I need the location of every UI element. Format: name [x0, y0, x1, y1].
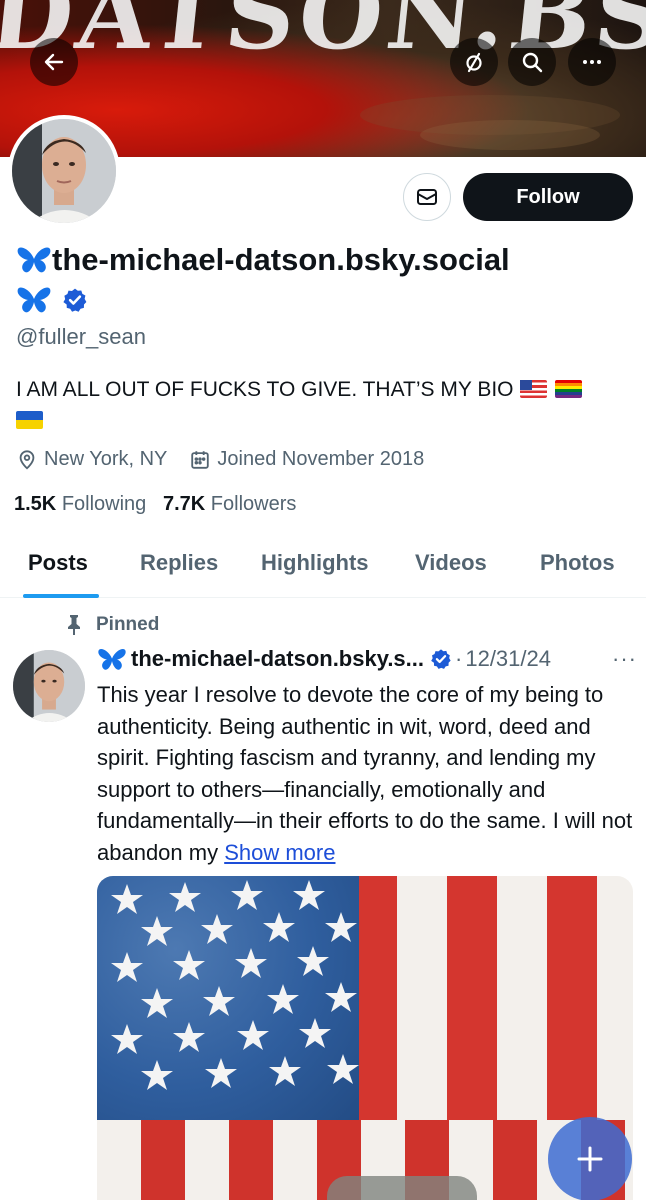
flag-canton [97, 876, 359, 1120]
following-count: 1.5K [14, 493, 57, 515]
profile-meta: New York, NY Joined November 2018 [16, 448, 424, 471]
pin-icon [68, 615, 80, 635]
following-link[interactable]: 1.5K Following [14, 493, 146, 515]
plus-icon [577, 1146, 603, 1172]
post-author-name[interactable]: the-michael-datson.bsky.s... [131, 646, 424, 672]
us-flag-icon [519, 380, 547, 398]
name-badges [16, 282, 88, 318]
pinned-indicator: Pinned [64, 614, 159, 636]
search-button[interactable] [508, 38, 556, 86]
more-horizontal-icon [583, 60, 601, 64]
display-name-text: the-michael-datson.bsky.social [52, 242, 510, 277]
bio-text: I AM ALL OUT OF FUCKS TO GIVE. THAT’S MY… [16, 378, 514, 401]
active-tab-indicator [23, 594, 99, 598]
show-more-link[interactable]: Show more [224, 840, 335, 865]
ukraine-flag-icon [16, 411, 43, 429]
profile-tabs: Posts Replies Highlights Videos Photos [0, 540, 646, 598]
post-author-avatar[interactable] [13, 650, 85, 722]
followers-label: Followers [210, 493, 297, 515]
pinned-label: Pinned [96, 614, 160, 635]
following-label: Following [61, 493, 147, 515]
search-icon [522, 52, 543, 73]
post-body: This year I resolve to devote the core o… [97, 679, 637, 868]
joined-text: Joined November 2018 [217, 448, 425, 470]
profile-avatar[interactable] [8, 115, 120, 227]
envelope-icon [417, 189, 437, 205]
post-header: the-michael-datson.bsky.s... · 12/31/24 … [97, 646, 637, 672]
compose-button[interactable] [548, 1117, 632, 1200]
butterfly-icon [17, 287, 51, 313]
more-options-button[interactable] [568, 38, 616, 86]
butterfly-icon [98, 648, 126, 670]
profile-display-name: the-michael-datson.bsky.social [16, 238, 636, 287]
follow-button[interactable]: Follow [463, 173, 633, 221]
post-date[interactable]: 12/31/24 [465, 646, 551, 672]
location-pin-icon [19, 449, 35, 469]
butterfly-icon [16, 243, 52, 287]
rainbow-flag-icon [554, 380, 582, 398]
calendar-icon [191, 450, 210, 469]
tab-photos[interactable]: Photos [540, 550, 615, 576]
follow-counts: 1.5K Following 7.7K Followers [14, 493, 296, 516]
profile-bio: I AM ALL OUT OF FUCKS TO GIVE. THAT’S MY… [16, 374, 636, 436]
mute-button[interactable] [450, 38, 498, 86]
circle-slash-icon [466, 52, 482, 73]
arrow-left-icon [44, 53, 64, 71]
verified-badge-icon[interactable] [62, 287, 88, 313]
post-text: This year I resolve to devote the core o… [97, 682, 633, 865]
followers-link[interactable]: 7.7K Followers [163, 493, 296, 515]
verified-badge-icon [431, 649, 451, 669]
post-more-button[interactable]: ··· [612, 646, 637, 672]
profile-handle: @fuller_sean [16, 324, 146, 349]
post-separator: · [455, 646, 463, 671]
tab-replies[interactable]: Replies [140, 550, 218, 576]
message-button[interactable] [403, 173, 451, 221]
followers-count: 7.7K [162, 493, 206, 515]
tab-highlights[interactable]: Highlights [261, 550, 369, 576]
location-text: New York, NY [44, 448, 168, 470]
tab-videos[interactable]: Videos [415, 550, 487, 576]
tab-posts[interactable]: Posts [28, 550, 88, 576]
back-button[interactable] [30, 38, 78, 86]
